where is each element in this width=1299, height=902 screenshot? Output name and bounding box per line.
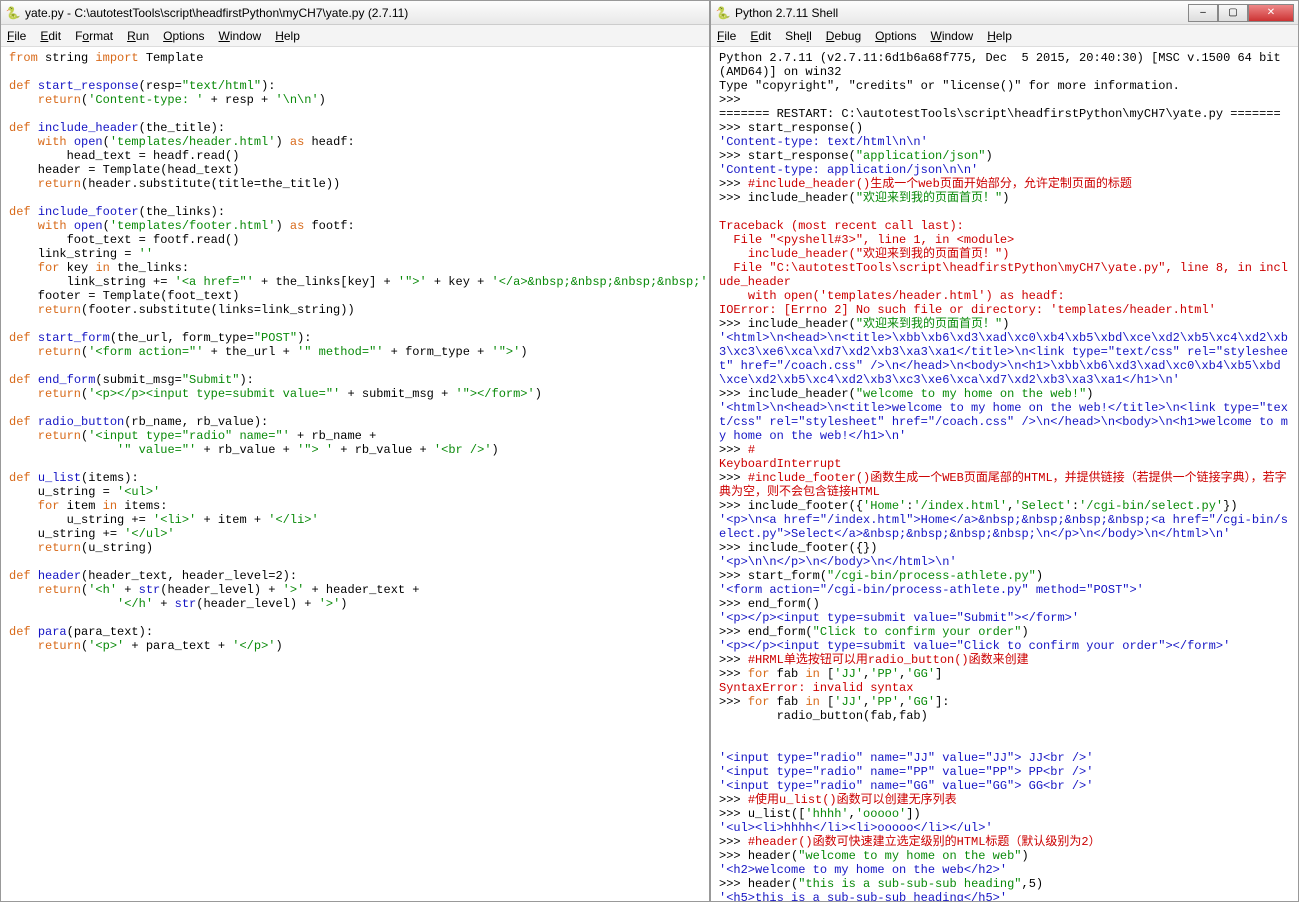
editor-window: 🐍 yate.py - C:\autotestTools\script\head…	[0, 0, 710, 902]
menu-window[interactable]: Window	[931, 29, 974, 43]
menu-window[interactable]: Window	[219, 29, 262, 43]
menu-debug[interactable]: Debug	[826, 29, 861, 43]
close-button[interactable]: ✕	[1248, 4, 1294, 22]
menu-shell[interactable]: Shell	[785, 29, 812, 43]
menu-format[interactable]: Format	[75, 29, 113, 43]
editor-titlebar[interactable]: 🐍 yate.py - C:\autotestTools\script\head…	[1, 1, 709, 25]
menu-options[interactable]: Options	[163, 29, 204, 43]
menu-file[interactable]: File	[717, 29, 736, 43]
minimize-button[interactable]: –	[1188, 4, 1218, 22]
editor-title: yate.py - C:\autotestTools\script\headfi…	[25, 6, 705, 20]
shell-title: Python 2.7.11 Shell	[735, 6, 1188, 20]
menu-options[interactable]: Options	[875, 29, 916, 43]
python-icon: 🐍	[5, 5, 21, 21]
menu-file[interactable]: FFileile	[7, 29, 26, 43]
menu-help[interactable]: Help	[987, 29, 1012, 43]
menu-edit[interactable]: Edit	[750, 29, 771, 43]
shell-menubar: File Edit Shell Debug Options Window Hel…	[711, 25, 1298, 47]
menu-help[interactable]: Help	[275, 29, 300, 43]
maximize-button[interactable]: ▢	[1218, 4, 1248, 22]
window-controls: – ▢ ✕	[1188, 4, 1294, 22]
shell-output[interactable]: Python 2.7.11 (v2.7.11:6d1b6a68f775, Dec…	[711, 47, 1298, 901]
menu-run[interactable]: Run	[127, 29, 149, 43]
shell-window: 🐍 Python 2.7.11 Shell – ▢ ✕ File Edit Sh…	[710, 0, 1299, 902]
editor-menubar: FFileile Edit Format Run Options Window …	[1, 25, 709, 47]
shell-titlebar[interactable]: 🐍 Python 2.7.11 Shell – ▢ ✕	[711, 1, 1298, 25]
code-editor[interactable]: from string import Template def start_re…	[1, 47, 709, 901]
python-icon: 🐍	[715, 5, 731, 21]
menu-edit[interactable]: Edit	[40, 29, 61, 43]
